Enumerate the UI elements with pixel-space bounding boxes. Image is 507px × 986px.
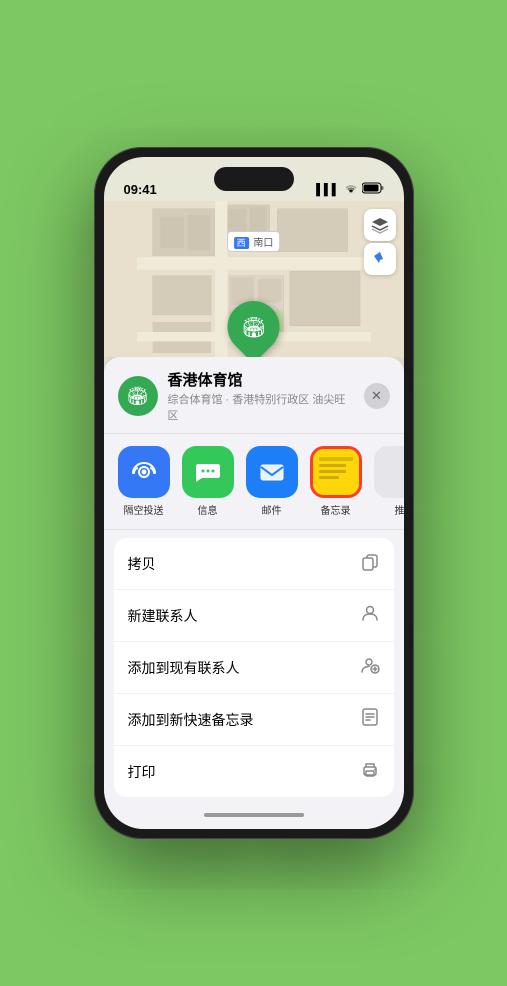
action-copy-label: 拷贝 [128, 554, 156, 574]
close-button[interactable]: ✕ [364, 383, 390, 409]
map-controls [364, 209, 396, 275]
action-print-label: 打印 [128, 762, 156, 782]
share-more[interactable]: 推 [368, 446, 404, 517]
mail-icon-wrap [246, 446, 298, 498]
action-new-contact[interactable]: 新建联系人 [114, 590, 394, 642]
wifi-icon [344, 182, 358, 197]
home-indicator [204, 813, 304, 817]
action-copy[interactable]: 拷贝 [114, 538, 394, 590]
road-label: 西 南口 [227, 231, 281, 252]
battery-icon [362, 182, 384, 197]
map-area[interactable]: 西 南口 🏟 香港体育馆 [104, 201, 404, 357]
airdrop-icon-wrap [118, 446, 170, 498]
notes-label: 备忘录 [321, 502, 351, 517]
action-list: 拷贝 新建联系人 [114, 538, 394, 797]
mail-label: 邮件 [262, 502, 282, 517]
add-existing-icon [360, 655, 380, 680]
share-airdrop[interactable]: 隔空投送 [112, 446, 176, 517]
location-pin: 🏟 香港体育馆 [226, 301, 281, 357]
location-subtitle: 综合体育馆 · 香港特别行政区 油尖旺区 [168, 391, 354, 423]
print-icon [360, 759, 380, 784]
location-venue-icon: 🏟 [118, 376, 158, 416]
more-icon-wrap [374, 446, 404, 498]
action-quick-note[interactable]: 添加到新快速备忘录 [114, 694, 394, 746]
action-new-contact-label: 新建联系人 [128, 606, 198, 626]
pin-inner: 🏟 [241, 315, 266, 340]
share-notes[interactable]: 备忘录 [304, 446, 368, 517]
more-label: 推 [395, 502, 404, 517]
status-time: 09:41 [124, 182, 157, 197]
dynamic-island [214, 167, 294, 191]
location-name: 香港体育馆 [168, 369, 354, 390]
location-button[interactable] [364, 243, 396, 275]
message-label: 信息 [198, 502, 218, 517]
new-contact-icon [360, 603, 380, 628]
action-add-existing-label: 添加到现有联系人 [128, 658, 240, 678]
status-icons: ▌▌▌ [316, 182, 383, 197]
share-mail[interactable]: 邮件 [240, 446, 304, 517]
phone-screen: 09:41 ▌▌▌ [104, 157, 404, 829]
signal-icon: ▌▌▌ [316, 184, 339, 196]
bottom-sheet: 🏟 香港体育馆 综合体育馆 · 香港特别行政区 油尖旺区 ✕ [104, 357, 404, 829]
notes-icon-wrap [310, 446, 362, 498]
map-layers-button[interactable] [364, 209, 396, 241]
airdrop-label: 隔空投送 [124, 502, 164, 517]
copy-icon [360, 551, 380, 576]
share-message[interactable]: 信息 [176, 446, 240, 517]
quick-note-icon [360, 707, 380, 732]
action-quick-note-label: 添加到新快速备忘录 [128, 710, 254, 730]
phone-frame: 09:41 ▌▌▌ [94, 147, 414, 839]
action-add-existing[interactable]: 添加到现有联系人 [114, 642, 394, 694]
home-indicator-area [104, 801, 404, 829]
share-row: 隔空投送 信息 [104, 434, 404, 530]
message-icon-wrap [182, 446, 234, 498]
pin-circle: 🏟 [217, 290, 291, 357]
action-print[interactable]: 打印 [114, 746, 394, 797]
location-info: 香港体育馆 综合体育馆 · 香港特别行政区 油尖旺区 [168, 369, 354, 423]
location-header: 🏟 香港体育馆 综合体育馆 · 香港特别行政区 油尖旺区 ✕ [104, 369, 404, 434]
